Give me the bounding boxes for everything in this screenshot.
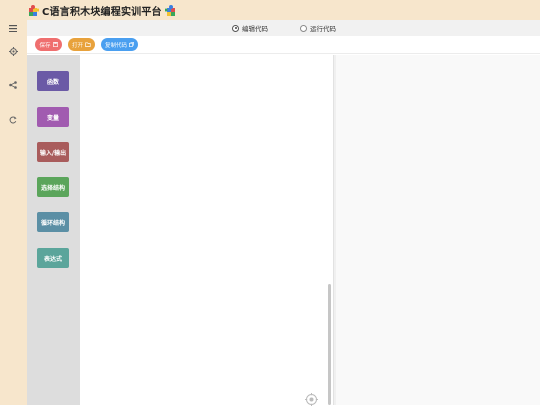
save-button-label: 保存 [39,42,51,49]
workspace-scrollbar[interactable] [328,284,331,405]
settings-button[interactable] [6,44,20,58]
block-toolbox: 函数 变量 输入/输出 选择结构 循环结构 表达式 [27,55,80,405]
category-label: 循环结构 [40,219,65,227]
open-button[interactable]: 打开 [68,38,95,51]
save-icon [52,42,58,47]
refresh-button[interactable] [6,113,20,127]
category-label: 选择结构 [40,184,65,192]
menu-icon [9,24,17,32]
category-label: 函数 [46,78,59,86]
category-expression[interactable]: 表达式 [37,248,69,268]
mode-edit-radio[interactable]: 编辑代码 [232,23,268,33]
toolbar: 保存 打开 复制代码 [27,36,540,54]
menu-button[interactable] [6,21,20,35]
copy-code-button-label: 复制代码 [104,42,127,49]
puzzle-piece-icon [29,4,39,16]
code-output-pane [336,55,540,405]
block-workspace[interactable] [80,55,333,405]
gear-icon [8,46,18,56]
app-header: C语言积木块编程实训平台 [0,0,540,20]
puzzle-piece-icon [164,4,175,16]
open-button-label: 打开 [71,42,83,49]
radio-selected-icon [232,24,239,32]
workspace-center-button[interactable] [305,391,318,406]
mode-bar: 编辑代码 运行代码 [27,20,540,36]
refresh-icon [9,116,17,124]
category-selection[interactable]: 选择结构 [37,177,69,197]
category-label: 变量 [46,114,59,122]
category-functions[interactable]: 函数 [37,71,69,91]
target-icon [305,393,318,406]
save-button[interactable]: 保存 [35,38,62,51]
app-title: C语言积木块编程实训平台 [42,6,162,18]
category-variables[interactable]: 变量 [37,107,69,127]
folder-open-icon [85,42,91,47]
mode-edit-label: 编辑代码 [242,25,268,33]
category-io[interactable]: 输入/输出 [37,142,69,162]
radio-unselected-icon [300,24,307,32]
copy-icon [129,42,134,47]
category-label: 输入/输出 [39,149,67,157]
share-icon [9,81,17,89]
copy-code-button[interactable]: 复制代码 [101,38,138,51]
mode-run-radio[interactable]: 运行代码 [300,23,336,33]
mode-run-label: 运行代码 [310,25,336,33]
category-label: 表达式 [43,255,62,263]
share-button[interactable] [6,78,20,92]
category-loop[interactable]: 循环结构 [37,212,69,232]
left-rail [0,20,27,405]
